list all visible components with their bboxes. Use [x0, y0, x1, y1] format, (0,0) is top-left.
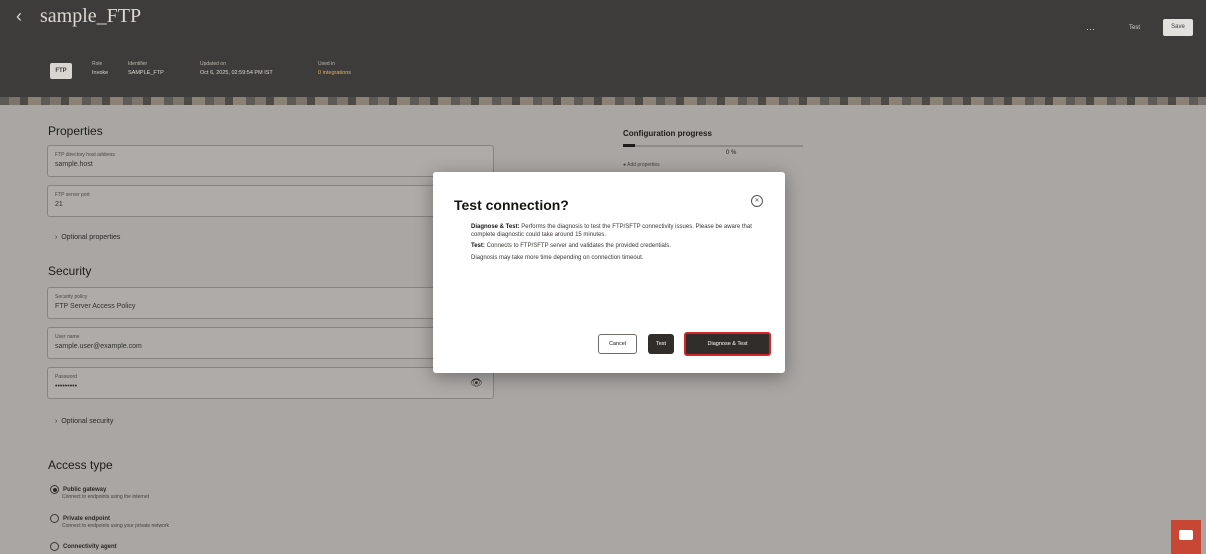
show-password-eye-icon[interactable]: 👁	[470, 378, 483, 389]
radio-connectivity-agent[interactable]: Connectivity agent	[50, 542, 117, 551]
password-field[interactable]: Password •••••••••	[47, 367, 494, 399]
used-in-link[interactable]: 0 integrations	[318, 69, 351, 78]
chevron-right-icon: ›	[55, 418, 58, 425]
progress-percent: 0 %	[726, 150, 737, 156]
meta-updated-on: Updated on Oct 6, 2025, 02:59:54 PM IST	[200, 61, 273, 76]
diagnose-and-test-button[interactable]: Diagnose & Test	[684, 332, 771, 356]
properties-title: Properties	[48, 124, 103, 138]
radio-selected-icon	[50, 485, 59, 494]
progress-track	[623, 145, 803, 147]
dialog-title: Test connection?	[454, 197, 569, 213]
close-icon[interactable]: ✕	[751, 195, 763, 207]
progress-step: ● Add properties	[623, 162, 660, 168]
meta-role: Role Invoke	[92, 61, 109, 76]
progress-title: Configuration progress	[623, 129, 712, 138]
meta-identifier: Identifier SAMPLE_FTP	[128, 61, 164, 76]
cancel-button[interactable]: Cancel	[598, 334, 637, 354]
security-title: Security	[48, 264, 92, 278]
test-connection-dialog: Test connection? ✕ Diagnose & Test: Perf…	[433, 172, 785, 373]
optional-properties-toggle[interactable]: › Optional properties	[55, 234, 120, 241]
radio-unselected-icon	[50, 542, 59, 551]
page-title: sample_FTP	[40, 5, 142, 27]
header-test-button[interactable]: Test	[1129, 25, 1140, 31]
host-address-field[interactable]: FTP directory host address sample.host	[47, 145, 494, 177]
save-button[interactable]: Save	[1163, 19, 1193, 36]
chevron-left-icon[interactable]: ‹	[16, 6, 22, 27]
chat-icon[interactable]	[1171, 520, 1201, 554]
dialog-body: Diagnose & Test: Performs the diagnosis …	[471, 224, 771, 266]
page-header: ‹ sample_FTP FTP Role Invoke Identifier …	[0, 0, 1206, 105]
radio-public-gateway[interactable]: Public gateway Connect to endpoints usin…	[50, 485, 149, 500]
connection-type-badge: FTP	[50, 63, 72, 79]
radio-unselected-icon	[50, 514, 59, 523]
chevron-right-icon: ›	[55, 234, 58, 241]
port-field[interactable]: FTP server port 21	[47, 185, 494, 217]
more-horizontal-icon[interactable]: ⋯	[1086, 24, 1095, 35]
diagnose-note: Diagnosis may take more time depending o…	[471, 254, 644, 261]
diagnose-description: Diagnose & Test: Performs the diagnosis …	[471, 224, 752, 238]
access-type-title: Access type	[48, 458, 113, 472]
meta-used-in: Used in 0 integrations	[318, 61, 352, 78]
username-field[interactable]: User name sample.user@example.com	[47, 327, 494, 359]
header-banner-stripe	[0, 97, 1206, 105]
optional-security-toggle[interactable]: › Optional security	[55, 418, 113, 425]
security-policy-select[interactable]: Security policy FTP Server Access Policy	[47, 287, 494, 319]
progress-fill	[623, 144, 635, 147]
test-button[interactable]: Test	[648, 334, 674, 354]
radio-private-endpoint[interactable]: Private endpoint Connect to endpoints us…	[50, 514, 169, 529]
test-description: Test: Connects to FTP/SFTP server and va…	[471, 243, 671, 249]
